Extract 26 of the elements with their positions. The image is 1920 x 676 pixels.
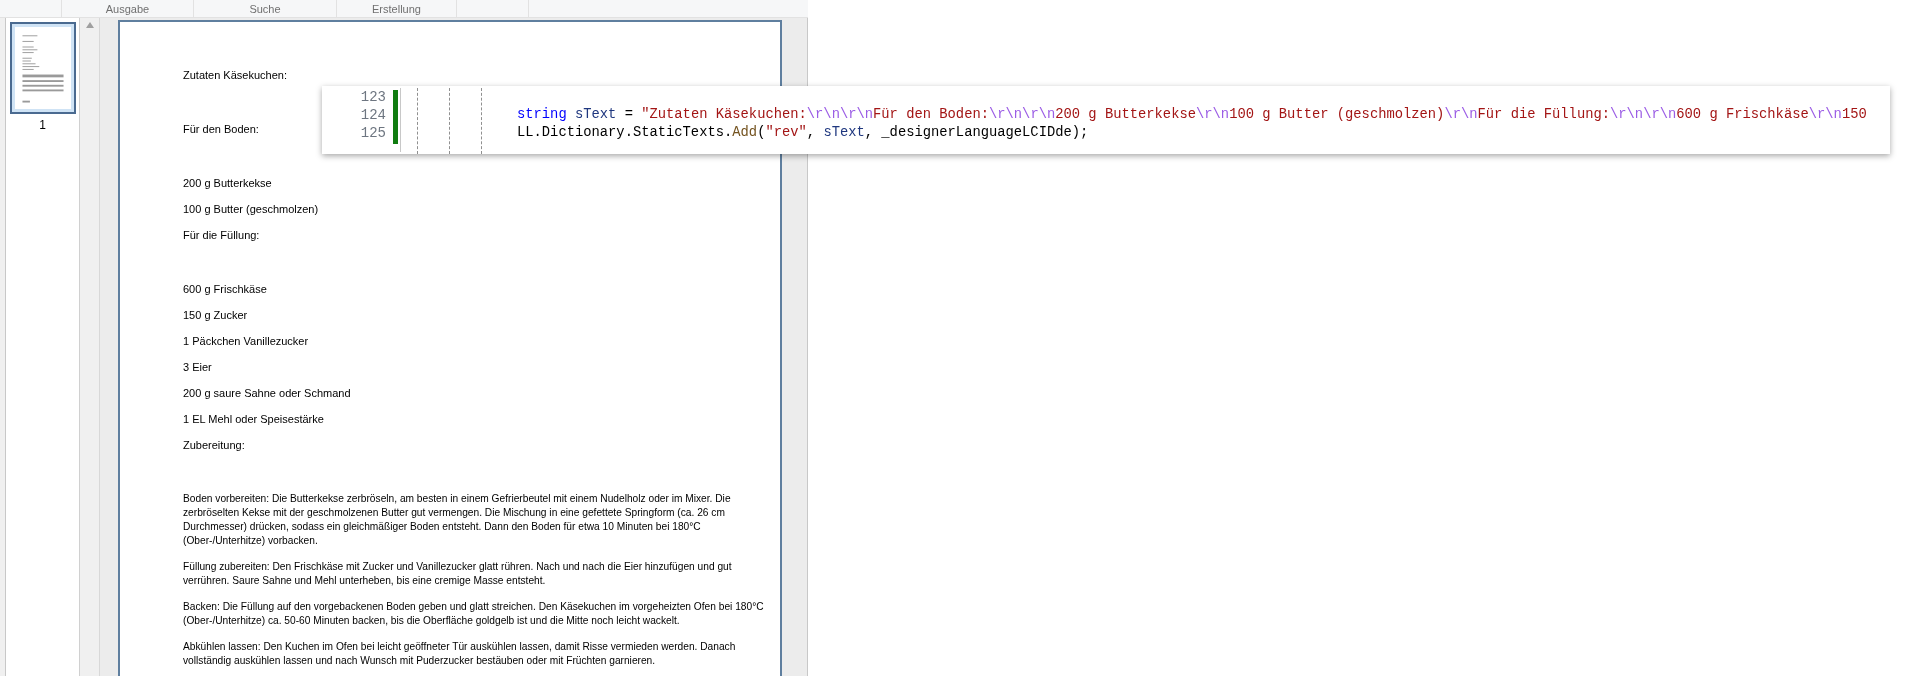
instruction-paragraph: Backen: Die Füllung auf den vorgebackenen Boden geben und glatt streichen. Den Käsekuchen im vorgeheizten Ofen bei 180°C (Ober-/Unterhitze) ca. 50-60 Minuten backen, bis die Oberfläche goldgelb ist und die Mitte noch leicht wackelt. bbox=[183, 600, 765, 628]
ribbon-group-label: Ausgabe bbox=[105, 2, 150, 17]
ingredient-line: 150 g Zucker bbox=[183, 308, 248, 322]
code-line: LL.Dictionary.StaticTexts.Add("rev", sText, _designerLanguageLCIDde); bbox=[517, 124, 1089, 142]
code-line: string sText = "Zutaten Käsekuchen:\r\n\r\nFür den Boden:\r\n\r\n200 g Butterkekse\r\n100 g Butter (geschmolzen)\r\nFür die Füllung:\r\n\r\n600 g Frischkäse\r\n150 bbox=[517, 106, 1867, 124]
ingredient-line: 200 g Butterkekse bbox=[183, 176, 272, 190]
change-marker bbox=[392, 90, 398, 144]
section-heading: Zutaten Käsekuchen: bbox=[183, 68, 287, 82]
ingredient-line: 1 Päckchen Vanillezucker bbox=[183, 334, 309, 348]
ingredient-line: 100 g Butter (geschmolzen) bbox=[183, 202, 319, 216]
line-number: 124 bbox=[360, 106, 386, 124]
section-heading: Für die Füllung: bbox=[183, 228, 260, 242]
instruction-paragraph: Abkühlen lassen: Den Kuchen im Ofen bei leicht geöffneter Tür auskühlen lassen, damit Risse vermieden werden. Danach vollständig auskühlen lassen und nach Wunsch mit Puderzucker bestäuben oder mit Früchten garnieren. bbox=[183, 640, 737, 668]
instruction-paragraph: Füllung zubereiten: Den Frischkäse mit Zucker und Vanillezucker glatt rühren. Nach und nach die Eier hinzufügen und gut verrühren. Saure Sahne und Mehl unterheben, bis eine cremige Masse entsteht. bbox=[183, 560, 733, 588]
line-number: 123 bbox=[360, 88, 386, 106]
ingredient-line: 200 g saure Sahne oder Schmand bbox=[183, 386, 351, 400]
instruction-paragraph: Boden vorbereiten: Die Butterkekse zerbröseln, am besten in einem Gefrierbeutel mit einem Nudelholz oder im Mixer. Die zerbröselten Kekse mit der geschmolzenen Butter gut vermengen. Die Mischung in eine gefettete Springform (ca. 26 cm Durchmesser) drücken, sodass ein gleichmäßiger Boden entsteht. Dann den Boden für etwa 10 Minuten bei 180°C (Ober-/Unterhitze) vorbacken. bbox=[183, 492, 732, 548]
ribbon-group-label: Suche bbox=[249, 2, 281, 17]
page-number: 1 bbox=[39, 117, 46, 134]
section-heading: Zubereitung: bbox=[183, 438, 245, 452]
ingredient-line: 1 EL Mehl oder Speisestärke bbox=[183, 412, 324, 426]
ribbon-group-label: Erstellung bbox=[372, 2, 421, 17]
ingredient-line: 3 Eier bbox=[183, 360, 212, 374]
section-heading: Für den Boden: bbox=[183, 122, 259, 136]
ingredient-line: 600 g Frischkäse bbox=[183, 282, 267, 296]
line-number: 125 bbox=[360, 124, 386, 142]
